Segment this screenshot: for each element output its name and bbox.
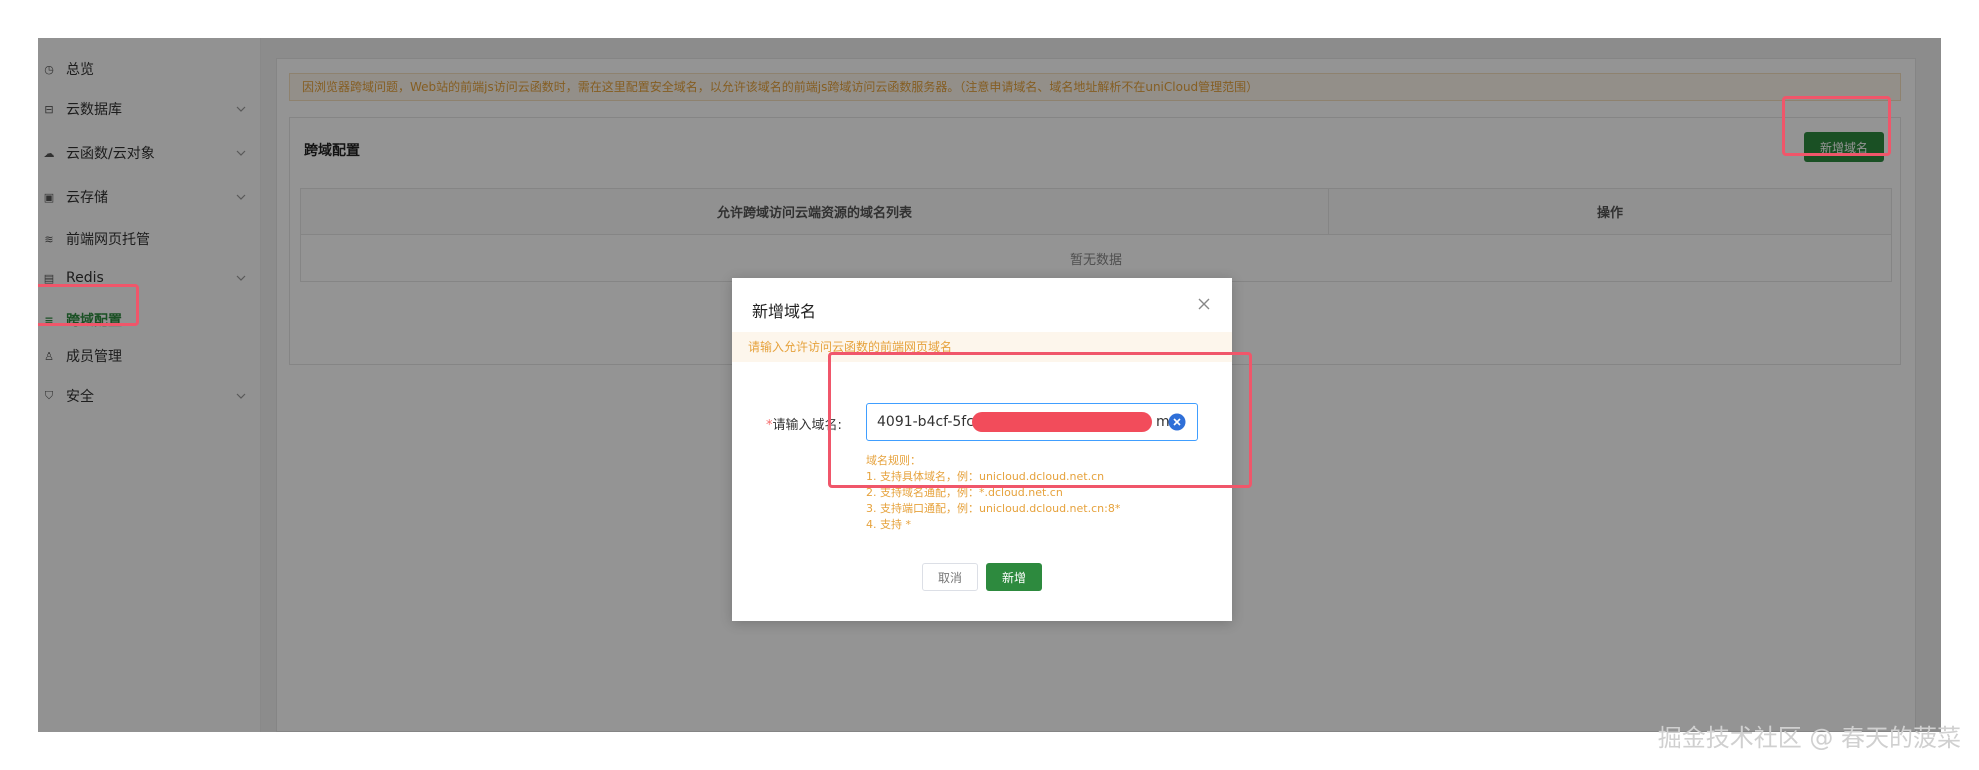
highlight-box-input <box>828 352 1252 488</box>
highlight-box-add-button <box>1782 96 1891 156</box>
dialog-title: 新增域名 <box>752 302 817 321</box>
close-icon[interactable] <box>1196 296 1212 312</box>
highlight-box-sidebar <box>38 284 139 326</box>
rule-item: 4. 支持 * <box>866 518 911 531</box>
confirm-add-button[interactable]: 新增 <box>986 563 1042 591</box>
cancel-button[interactable]: 取消 <box>922 563 978 591</box>
rule-item: 3. 支持端口通配，例：unicloud.dcloud.net.cn:8* <box>866 502 1121 515</box>
app-frame: ◷ 总览 ⊟ 云数据库 ☁ 云函数/云对象 ▣ 云存储 ≋ 前端网页托管 ▤ R… <box>38 38 1941 732</box>
watermark: 掘金技术社区 @ 春天的菠菜 <box>1657 724 1961 752</box>
